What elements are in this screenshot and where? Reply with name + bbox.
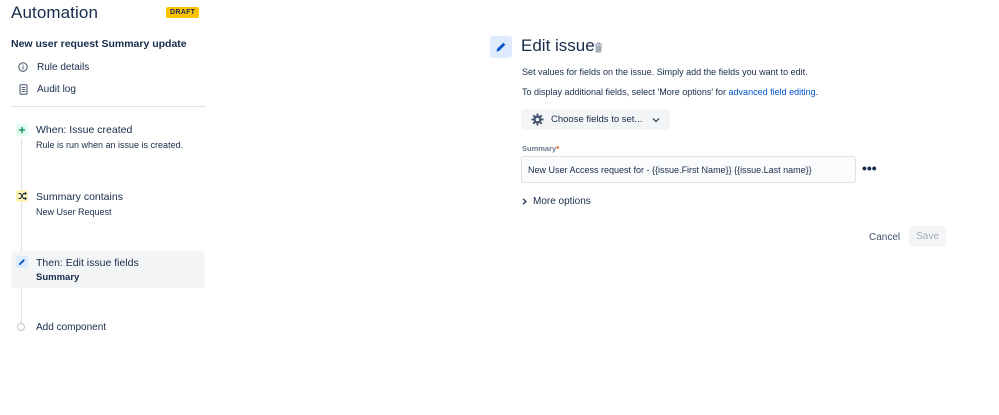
cancel-button[interactable]: Cancel bbox=[864, 227, 905, 247]
step-condition[interactable]: Summary contains New User Request bbox=[11, 186, 205, 222]
step-condition-subtitle: New User Request bbox=[36, 207, 112, 217]
step-action-subtitle: Summary bbox=[36, 272, 80, 283]
choose-fields-button[interactable]: Choose fields to set... bbox=[521, 109, 670, 130]
step-action[interactable]: Then: Edit issue fields Summary bbox=[11, 251, 205, 288]
edit-issue-panel: Edit issue Set values for fields on the … bbox=[490, 0, 990, 415]
more-actions-icon[interactable]: ••• bbox=[862, 160, 877, 176]
sidebar: Automation DRAFT New user request Summar… bbox=[0, 0, 215, 415]
document-icon bbox=[17, 83, 29, 95]
sidebar-divider bbox=[11, 106, 206, 107]
step-trigger-subtitle: Rule is run when an issue is created. bbox=[36, 140, 184, 150]
nav-item-label: Rule details bbox=[37, 61, 90, 73]
step-trigger[interactable]: When: Issue created Rule is run when an … bbox=[11, 120, 205, 156]
step-condition-title: Summary contains bbox=[36, 191, 123, 203]
shuffle-icon bbox=[16, 190, 28, 202]
nav-item-rule-details[interactable]: Rule details bbox=[17, 61, 89, 73]
choose-fields-label: Choose fields to set... bbox=[551, 114, 643, 125]
more-options-label: More options bbox=[533, 196, 591, 207]
summary-input[interactable] bbox=[521, 156, 856, 183]
rule-name: New user request Summary update bbox=[11, 38, 187, 50]
info-icon bbox=[17, 61, 29, 73]
description-text: To display additional fields, select 'Mo… bbox=[522, 87, 729, 97]
step-trigger-title: When: Issue created bbox=[36, 124, 133, 136]
save-button[interactable]: Save bbox=[909, 226, 946, 247]
trash-icon[interactable] bbox=[593, 41, 603, 53]
more-options-toggle[interactable]: More options bbox=[522, 196, 591, 207]
panel-description-advanced: To display additional fields, select 'Mo… bbox=[522, 87, 818, 97]
pencil-icon bbox=[490, 36, 512, 58]
nav-item-label: Audit log bbox=[37, 83, 76, 95]
add-component-dot-icon bbox=[17, 323, 25, 331]
draft-badge: DRAFT bbox=[166, 7, 200, 18]
summary-field-label: Summary* bbox=[522, 144, 559, 153]
step-action-title: Then: Edit issue fields bbox=[36, 257, 139, 269]
summary-label-text: Summary bbox=[522, 144, 557, 153]
pencil-icon bbox=[16, 256, 28, 268]
timeline-line bbox=[21, 138, 22, 328]
gear-icon bbox=[530, 113, 544, 127]
panel-description: Set values for fields on the issue. Simp… bbox=[522, 67, 808, 77]
panel-title: Edit issue bbox=[521, 36, 595, 55]
plus-icon bbox=[16, 124, 28, 136]
advanced-field-editing-link[interactable]: advanced field editing bbox=[729, 87, 816, 97]
nav-item-audit-log[interactable]: Audit log bbox=[17, 83, 76, 95]
app-title: Automation bbox=[11, 3, 98, 22]
description-suffix: . bbox=[815, 87, 819, 97]
chevron-down-icon bbox=[652, 117, 660, 123]
add-component-label: Add component bbox=[36, 322, 107, 333]
chevron-right-icon bbox=[522, 198, 527, 205]
required-marker: * bbox=[556, 144, 560, 153]
add-component-button[interactable]: Add component bbox=[11, 318, 205, 338]
